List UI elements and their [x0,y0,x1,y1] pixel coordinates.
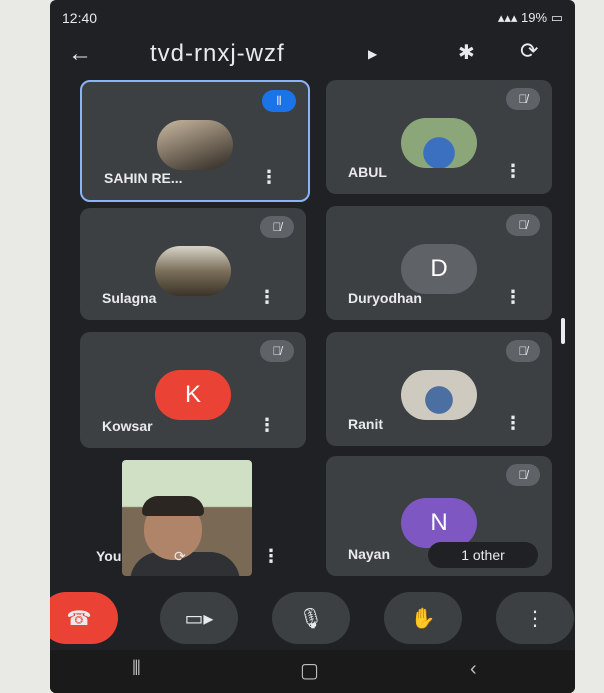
participant-name: Nayan [348,546,391,562]
video-toggle-button[interactable]: ▭▸ [160,592,238,644]
call-controls: ☎ ▭▸ 🎙 ✋ ⋮ [50,592,575,648]
others-pill[interactable]: 1 other [428,542,538,568]
mic-off-icon: 🎙̸ [506,340,540,362]
more-vert-icon[interactable]: ⋮ [258,287,276,308]
chevron-right-icon[interactable]: ▶ [368,47,377,61]
self-name: You [96,548,122,564]
avatar [157,120,233,170]
recents-icon[interactable]: ⦀ [132,658,141,681]
end-call-icon: ☎ [66,607,92,630]
avatar [155,246,231,296]
more-vert-icon[interactable]: ⋮ [262,546,280,567]
mic-off-icon: 🎙̸ [506,464,540,486]
self-hair [142,496,204,516]
more-vert-icon[interactable]: ⋮ [504,287,522,308]
avatar-initial: N [401,498,477,548]
phone-screen: 12:40 ▴▴▴ 19% ▭ ← tvd-rnxj-wzf ▶ ✱ ⟳ ⦀ S… [50,0,575,693]
battery-icon: ▭ [550,10,563,25]
status-icons: ▴▴▴ 19% ▭ [498,10,563,26]
speaking-indicator-icon: ⦀ [262,90,296,112]
participant-name: Kowsar [102,418,153,434]
avatar-initial: K [155,370,231,420]
participant-tile-kowsar[interactable]: 🎙̸ K Kowsar ⋮ [80,332,306,448]
participant-tile-duryodhan[interactable]: 🎙̸ D Duryodhan ⋮ [326,206,552,320]
participant-name: SAHIN RE... [104,170,183,186]
participant-tile-ranit[interactable]: 🎙̸ Ranit ⋮ [326,332,552,446]
mic-icon: 🎙 [298,607,324,630]
participant-tile-sulagna[interactable]: 🎙̸ Sulagna ⋮ [80,208,306,320]
mic-off-icon: 🎙̸ [506,214,540,236]
more-options-button[interactable]: ⋮ [496,592,574,644]
battery-level: 19% [521,10,548,25]
status-time: 12:40 [62,10,98,26]
back-arrow-icon[interactable]: ← [68,40,92,68]
participant-name: Duryodhan [348,290,422,306]
mic-toggle-button[interactable]: 🎙 [272,592,350,644]
participant-tile-sahin[interactable]: ⦀ SAHIN RE... ⋮ [80,80,310,202]
camera-switch-icon[interactable]: ⟳ [520,38,538,64]
bluetooth-icon[interactable]: ✱ [458,40,475,65]
signal-icon: ▴▴▴ [497,10,522,25]
participant-tile-abul[interactable]: 🎙̸ ABUL ⋮ [326,80,552,194]
camera-switch-small-icon[interactable]: ⟳ [174,548,186,565]
avatar-initial: D [401,244,477,294]
home-icon[interactable]: ▢ [300,658,319,683]
meeting-code[interactable]: tvd-rnxj-wzf [150,40,285,68]
mic-off-icon: 🎙̸ [260,340,294,362]
end-call-button[interactable]: ☎ [50,592,118,644]
participant-name: Sulagna [102,290,157,306]
meeting-header: ← tvd-rnxj-wzf ▶ ✱ ⟳ [50,38,575,72]
raise-hand-button[interactable]: ✋ [384,592,462,644]
more-vert-icon[interactable]: ⋮ [504,413,522,434]
mic-off-icon: 🎙̸ [260,216,294,238]
more-vert-icon[interactable]: ⋮ [258,415,276,436]
more-vert-icon: ⋮ [525,607,545,630]
avatar [401,118,477,168]
nav-back-icon[interactable]: ‹ [470,658,477,681]
self-video-preview[interactable] [122,460,252,576]
video-icon: ▭▸ [184,607,214,630]
hand-raise-icon: ✋ [410,607,436,630]
system-nav-bar: ⦀ ▢ ‹ [50,650,575,693]
mic-off-icon: 🎙̸ [506,88,540,110]
participant-name: Ranit [348,416,383,432]
participant-name: ABUL [348,164,387,180]
more-vert-icon[interactable]: ⋮ [260,167,278,188]
status-bar: 12:40 ▴▴▴ 19% ▭ [50,10,575,32]
avatar [401,370,477,420]
more-vert-icon[interactable]: ⋮ [504,161,522,182]
scrollbar[interactable] [561,318,565,344]
